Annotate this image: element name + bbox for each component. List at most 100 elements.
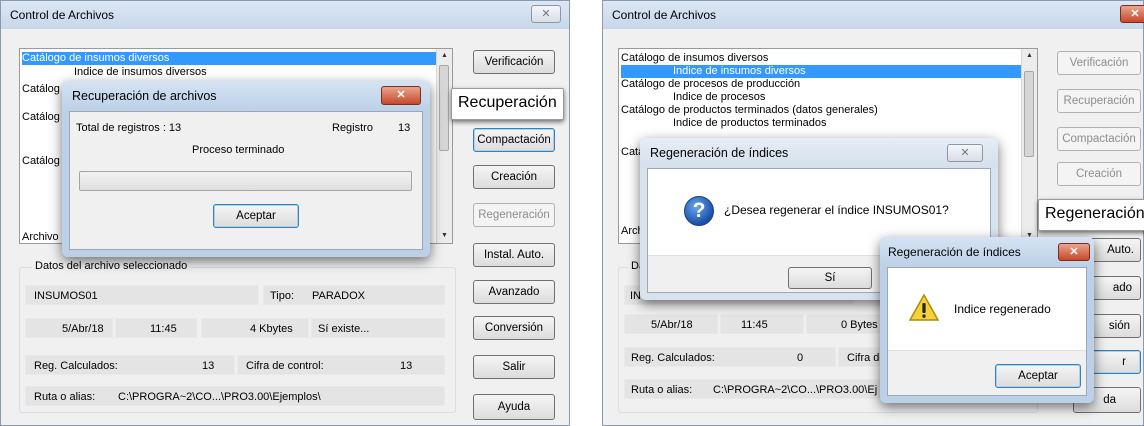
close-icon: ✕ (960, 147, 970, 159)
close-icon: ✕ (541, 8, 551, 20)
conversion-button[interactable]: Conversión (473, 316, 555, 340)
dialog-close-button[interactable]: ✕ (1058, 243, 1090, 261)
recuperacion-button[interactable]: Recuperación (1057, 89, 1141, 113)
ruta-label: Ruta o alias: (34, 391, 96, 403)
left-titlebar: Control de Archivos ✕ (1, 1, 569, 29)
scroll-down-icon[interactable]: ▼ (437, 229, 452, 243)
ruta-label: Ruta o alias: (631, 384, 693, 396)
scroll-thumb[interactable] (439, 65, 449, 151)
avanzado-button[interactable]: Avanzado (473, 280, 555, 304)
creacion-button[interactable]: Creación (473, 165, 555, 189)
list-item[interactable]: Catálogo de insumos diversos (22, 52, 436, 65)
date-value: 5/Abr/18 (62, 323, 104, 335)
ruta-value: C:\PROGRA~2\CO...\PRO3.00\Ejemplos\ (118, 391, 321, 403)
left-window-close-button[interactable]: ✕ (531, 5, 561, 23)
exists-field: Sí existe... (311, 318, 445, 338)
instal-auto-button[interactable]: Instal. Auto. (473, 243, 555, 267)
dialog-title: Recuperación de archivos (72, 89, 217, 103)
regeneracion-info-dialog: Regeneración de índices ✕ Indice regener… (880, 237, 1094, 403)
reg-calc-value: 0 (797, 352, 804, 364)
close-icon: ✕ (396, 89, 406, 101)
file-name-value: INSUMOS01 (34, 290, 98, 302)
file-type-field: Tipo: PARADOX (263, 285, 445, 305)
date-value: 5/Abr/18 (651, 319, 693, 331)
compactacion-button[interactable]: Compactación (1057, 127, 1141, 151)
list-item[interactable]: Catálogo de productos terminados (datos … (621, 104, 1021, 117)
reg-calc-label: Reg. Calculados: (631, 352, 715, 364)
verificacion-button[interactable]: Verificación (1057, 51, 1141, 75)
reg-calc-field: Reg. Calculados: 13 (25, 355, 235, 375)
status-text: Proceso terminado (192, 144, 285, 156)
cifra-label: Cifra de control: (246, 360, 324, 372)
si-button[interactable]: Sí (788, 267, 872, 289)
left-window-title: Control de Archivos (10, 8, 115, 22)
scroll-up-icon[interactable]: ▲ (437, 49, 452, 63)
compactacion-button[interactable]: Compactación (473, 128, 555, 152)
right-list-scrollbar[interactable]: ▲ ▼ (1021, 49, 1037, 243)
list-item[interactable]: Indice de productos terminados (621, 117, 1021, 130)
scroll-up-icon[interactable]: ▲ (1022, 49, 1037, 63)
file-name-field: INSUMOS01 (25, 285, 259, 305)
regeneracion-button[interactable]: Regeneración (473, 203, 555, 227)
scroll-thumb[interactable] (1024, 71, 1034, 157)
aceptar-button[interactable]: Aceptar (995, 364, 1081, 388)
verificacion-button[interactable]: Verificación (473, 50, 555, 74)
dialog-titlebar: Regeneración de índices ✕ (640, 138, 998, 168)
ruta-value: C:\PROGRA~2\CO...\PRO3.00\Ej (713, 384, 878, 396)
reg-calc-label: Reg. Calculados: (34, 360, 118, 372)
size-value: 4 Kbytes (250, 323, 293, 335)
type-label: Tipo: (270, 290, 295, 302)
time-field: 11:45 (115, 318, 197, 338)
time-field: 11:45 (720, 314, 804, 334)
close-icon: ✕ (1069, 246, 1079, 258)
salir-button[interactable]: Salir (473, 355, 555, 379)
right-titlebar: Control de Archivos ✕ (603, 1, 1144, 29)
group-title: Datos del archivo seleccionado (32, 260, 191, 272)
dialog-title: Regeneración de índices (888, 245, 1021, 259)
list-item[interactable]: Indice de insumos diversos (22, 66, 436, 79)
total-registros-label: Total de registros : 13 (76, 122, 182, 134)
registro-value: 13 (398, 122, 411, 134)
cifra-field: Cifra de control: 13 (237, 355, 445, 375)
dialog-body: Total de registros : 13 Registro 13 Proc… (69, 111, 423, 250)
cifra-value: 13 (400, 360, 413, 372)
ayuda-button[interactable]: Ayuda (473, 394, 555, 420)
reg-calc-field: Reg. Calculados: 0 (624, 347, 836, 367)
avanzado-label: ado (1112, 282, 1132, 294)
date-field: 5/Abr/18 (624, 314, 718, 334)
date-field: 5/Abr/18 (25, 318, 113, 338)
salir-label: r (1122, 356, 1126, 368)
exists-value: Sí existe... (318, 323, 370, 335)
reg-calc-value: 13 (202, 360, 215, 372)
ayuda-label: da (1103, 394, 1116, 406)
warning-icon (909, 294, 939, 321)
dialog-titlebar: Regeneración de índices ✕ (880, 237, 1094, 267)
progress-bar (79, 171, 412, 191)
list-item[interactable]: Catálogo de procesos de producción (621, 78, 1021, 91)
right-window-close-button[interactable]: ✕ (1120, 5, 1144, 23)
question-text: ¿Desea regenerar el índice INSUMOS01? (724, 203, 949, 217)
right-window-title: Control de Archivos (612, 8, 717, 22)
dialog-title: Regeneración de índices (650, 146, 789, 160)
list-item[interactable]: Indice de procesos (621, 91, 1021, 104)
size-field: 4 Kbytes (201, 318, 309, 338)
registro-label: Registro (332, 122, 373, 134)
question-icon: ? (684, 196, 714, 226)
dialog-titlebar: Recuperación de archivos ✕ (62, 81, 430, 111)
time-value: 11:45 (150, 323, 177, 335)
conversion-label: sión (1108, 320, 1130, 332)
dialog-close-button[interactable]: ✕ (947, 144, 983, 162)
close-icon: ✕ (1130, 8, 1140, 20)
creacion-button[interactable]: Creación (1057, 162, 1141, 186)
left-list-scrollbar[interactable]: ▲ ▼ (436, 49, 452, 243)
list-item[interactable]: Catálogo de insumos diversos (621, 52, 1021, 65)
type-value: PARADOX (312, 290, 365, 302)
list-item[interactable]: Indice de insumos diversos (621, 65, 1021, 78)
recuperacion-dialog: Recuperación de archivos ✕ Total de regi… (62, 81, 430, 257)
size-value: 0 Bytes (841, 319, 878, 331)
aceptar-button[interactable]: Aceptar (213, 204, 299, 228)
recuperacion-callout: Recuperación (451, 88, 564, 120)
time-value: 11:45 (741, 319, 768, 331)
ruta-field: Ruta o alias: C:\PROGRA~2\CO...\PRO3.00\… (25, 386, 445, 406)
dialog-close-button[interactable]: ✕ (381, 86, 421, 105)
